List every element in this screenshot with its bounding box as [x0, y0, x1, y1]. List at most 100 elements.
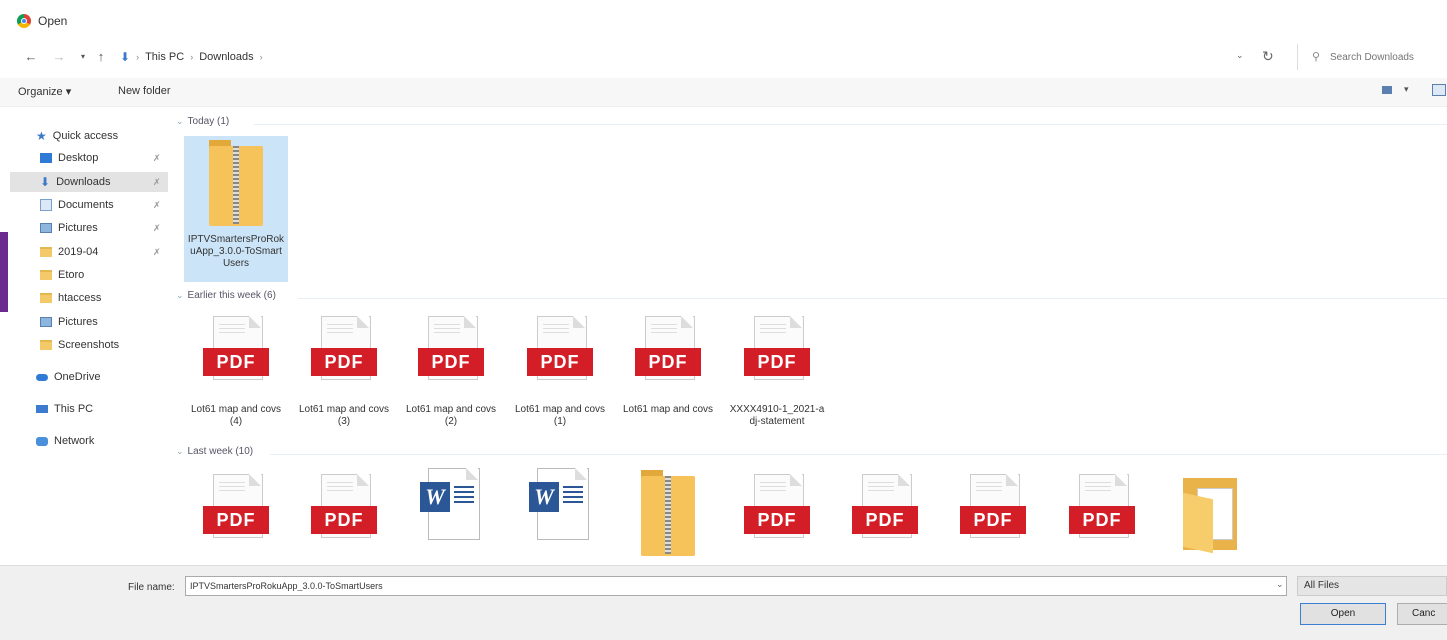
word-document-icon: W	[527, 468, 593, 548]
nav-desktop[interactable]: Desktop ✗	[10, 148, 168, 168]
pdf-icon: PDF	[311, 474, 377, 548]
chevron-down-icon[interactable]: ⌄	[176, 116, 184, 126]
pin-icon[interactable]: ✗	[153, 200, 161, 211]
file-item-pdf[interactable]: PDF	[833, 474, 937, 548]
file-item-pdf[interactable]: PDF Lot61 map and covs	[616, 316, 720, 416]
file-item-pdf[interactable]: PDF Lot61 map and covs (2)	[399, 316, 503, 428]
breadcrumb-downloads[interactable]: Downloads	[199, 51, 253, 63]
pdf-icon: PDF	[203, 474, 269, 548]
pin-icon[interactable]: ✗	[153, 153, 161, 164]
group-divider	[270, 454, 1447, 455]
desktop-icon	[40, 153, 52, 163]
nav-folder-htaccess[interactable]: htaccess	[10, 288, 168, 308]
file-item-pdf[interactable]: PDF Lot61 map and covs (3)	[292, 316, 396, 428]
search-box[interactable]: ⚲	[1297, 44, 1447, 70]
file-item-pdf[interactable]: PDF Lot61 map and covs (4)	[184, 316, 288, 428]
file-item-word[interactable]: W	[399, 468, 503, 548]
refresh-icon[interactable]: ↻	[1262, 48, 1274, 65]
nav-documents[interactable]: Documents ✗	[10, 195, 168, 215]
pdf-icon: PDF	[418, 316, 484, 390]
documents-icon	[40, 199, 52, 211]
network-icon	[36, 436, 48, 446]
pictures-icon	[40, 223, 52, 233]
pdf-icon: PDF	[311, 316, 377, 390]
file-list: ⌄ Today (1) IPTVSmartersProRokuApp_3.0.0-…	[170, 112, 1447, 564]
chevron-down-icon[interactable]: ⌄	[176, 290, 184, 300]
folder-icon	[40, 270, 52, 280]
pdf-icon: PDF	[960, 474, 1026, 548]
chevron-right-icon[interactable]: ›	[260, 52, 263, 62]
nav-quick-access[interactable]: ★ Quick access	[10, 126, 168, 146]
nav-downloads[interactable]: ⬇ Downloads ✗	[10, 172, 168, 192]
file-item-folder[interactable]	[1158, 474, 1262, 554]
folder-icon	[40, 340, 52, 350]
search-icon: ⚲	[1312, 51, 1321, 63]
chevron-right-icon[interactable]: ›	[136, 52, 139, 62]
nav-folder-2019-04[interactable]: 2019-04 ✗	[10, 242, 168, 262]
file-item-pdf[interactable]: PDF	[725, 474, 829, 548]
pdf-icon: PDF	[852, 474, 918, 548]
file-item-zip[interactable]	[616, 470, 720, 558]
dialog-footer: File name: ⌄ All Files Open Canc	[0, 565, 1447, 640]
computer-icon	[36, 405, 48, 413]
breadcrumb[interactable]: ⬇ › This PC › Downloads ›	[120, 50, 263, 64]
pin-icon[interactable]: ✗	[153, 247, 161, 258]
nav-folder-screenshots[interactable]: Screenshots	[10, 335, 168, 355]
view-dropdown-icon[interactable]: ▾	[1404, 84, 1409, 95]
file-name-dropdown-icon[interactable]: ⌄	[1276, 579, 1284, 590]
forward-icon[interactable]: →	[52, 50, 66, 64]
pdf-icon: PDF	[744, 316, 810, 390]
file-label: Lot61 map and covs (1)	[514, 404, 606, 427]
address-dropdown-icon[interactable]: ⌄	[1236, 50, 1244, 61]
cloud-icon	[36, 373, 48, 381]
pin-icon[interactable]: ✗	[153, 223, 161, 234]
pictures-icon	[40, 317, 52, 327]
pdf-icon: PDF	[203, 316, 269, 390]
open-button[interactable]: Open	[1300, 603, 1386, 625]
file-item-pdf[interactable]: PDF XXXX4910-1_2021-adj-statement	[725, 316, 829, 428]
cancel-button[interactable]: Canc	[1397, 603, 1447, 625]
chevron-right-icon[interactable]: ›	[190, 52, 193, 62]
file-label: IPTVSmartersProRokuApp_3.0.0-ToSmartUser…	[187, 234, 285, 269]
downloads-icon: ⬇	[120, 50, 131, 64]
folder-icon	[40, 293, 52, 303]
file-type-filter[interactable]: All Files	[1297, 576, 1447, 596]
nav-this-pc[interactable]: This PC	[10, 399, 168, 419]
file-label: Lot61 map and covs	[622, 404, 714, 415]
group-header-last-week[interactable]: ⌄ Last week (10)	[170, 446, 1447, 462]
pin-icon[interactable]: ✗	[153, 177, 161, 188]
recent-dropdown-icon[interactable]: ▾	[76, 50, 90, 64]
file-item-pdf[interactable]: PDF Lot61 map and covs (1)	[508, 316, 612, 428]
address-row: ← → ▾ ↑ ⬇ › This PC › Downloads › ⌄ ↻ ⚲	[0, 44, 1447, 72]
search-input[interactable]	[1328, 48, 1447, 67]
file-item-pdf[interactable]: PDF	[292, 474, 396, 548]
nav-network[interactable]: Network	[10, 431, 168, 451]
nav-onedrive[interactable]: OneDrive	[10, 367, 168, 387]
folder-icon	[1177, 474, 1243, 554]
up-icon[interactable]: ↑	[94, 50, 108, 64]
downloads-icon: ⬇	[40, 175, 51, 189]
organize-button[interactable]: Organize ▾	[18, 85, 71, 98]
file-item-word[interactable]: W	[508, 468, 612, 548]
file-item-pdf[interactable]: PDF	[941, 474, 1045, 548]
nav-folder-etoro[interactable]: Etoro	[10, 265, 168, 285]
nav-folder-pictures[interactable]: Pictures	[10, 312, 168, 332]
file-label: Lot61 map and covs (2)	[405, 404, 497, 427]
nav-pictures[interactable]: Pictures ✗	[10, 218, 168, 238]
file-item-pdf[interactable]: PDF	[184, 474, 288, 548]
view-options-icon[interactable]	[1382, 86, 1392, 94]
breadcrumb-this-pc[interactable]: This PC	[145, 51, 184, 63]
new-folder-button[interactable]: New folder	[118, 85, 171, 97]
zip-folder-icon	[635, 470, 701, 558]
file-item-zip[interactable]: IPTVSmartersProRokuApp_3.0.0-ToSmartUser…	[184, 136, 288, 282]
back-icon[interactable]: ←	[24, 50, 38, 64]
file-name-input[interactable]	[185, 576, 1287, 596]
group-divider	[254, 124, 1447, 125]
star-icon: ★	[36, 129, 47, 143]
pdf-icon: PDF	[1069, 474, 1135, 548]
chevron-down-icon[interactable]: ⌄	[176, 446, 184, 456]
group-header-today[interactable]: ⌄ Today (1)	[170, 116, 1447, 132]
group-header-earlier-this-week[interactable]: ⌄ Earlier this week (6)	[170, 290, 1447, 306]
file-item-pdf[interactable]: PDF	[1050, 474, 1154, 548]
preview-pane-icon[interactable]	[1432, 84, 1446, 96]
